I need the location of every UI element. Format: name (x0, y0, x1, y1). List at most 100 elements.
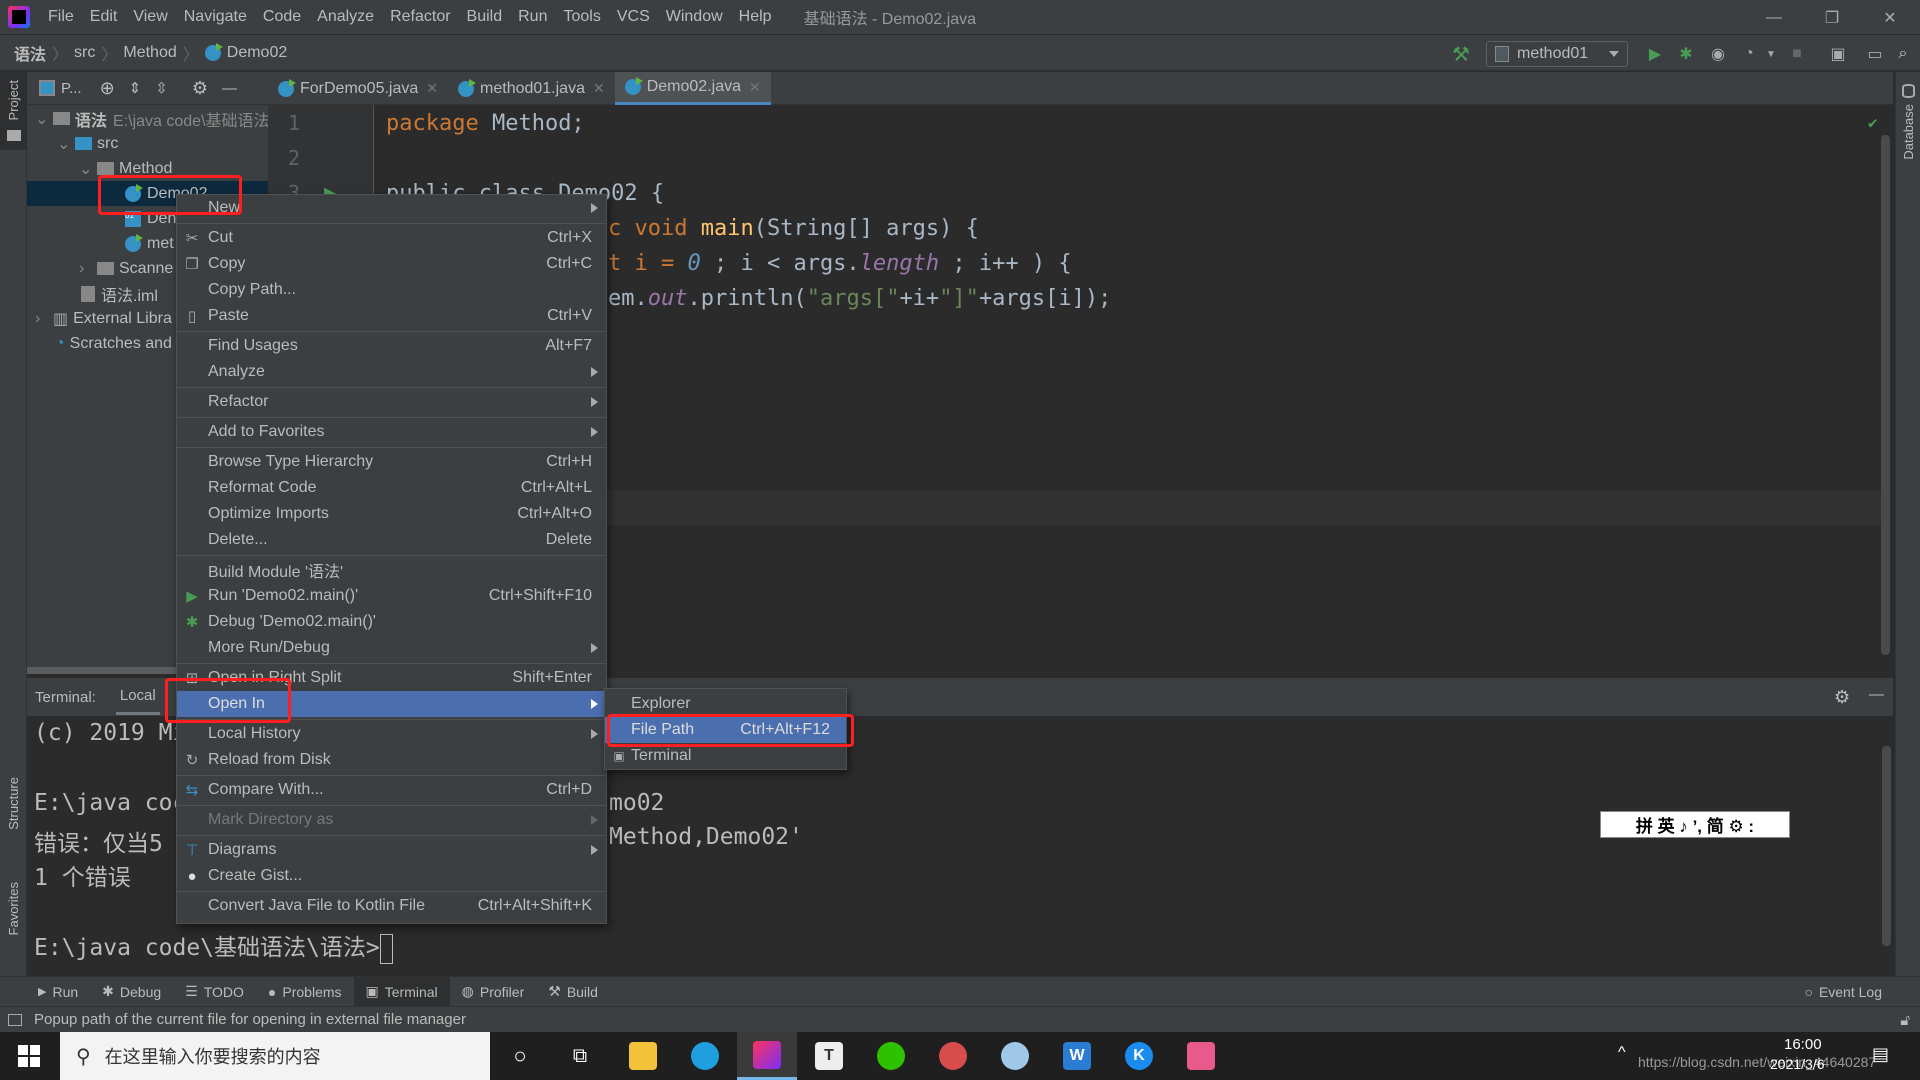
profile-icon[interactable]: ◔ (1738, 43, 1760, 65)
menu-help[interactable]: Help (731, 8, 780, 26)
menu-item-convert-to-kotlin[interactable]: Convert Java File to Kotlin File Ctrl+Alt… (177, 893, 606, 919)
bottom-tab-problems[interactable]: ● Problems (256, 977, 354, 1007)
expand-all-icon[interactable]: ⇕ (129, 79, 142, 97)
menu-item-reload-from-disk[interactable]: ↻ Reload from Disk (177, 747, 606, 773)
run-icon[interactable]: ▶ (1644, 43, 1666, 65)
kugou-icon[interactable]: K (1109, 1032, 1169, 1080)
menu-item-more-run-debug[interactable]: More Run/Debug (177, 635, 606, 661)
bottom-tab-todo[interactable]: ☰ TODO (173, 977, 256, 1007)
coverage-icon[interactable]: ◉ (1707, 43, 1729, 65)
taskbar-search-input[interactable]: ⚲ 在这里输入你要搜索的内容 (60, 1032, 490, 1080)
menu-item-build-module[interactable]: Build Module '语法' (177, 557, 606, 583)
tree-item-iml[interactable]: 语法.iml (81, 281, 158, 306)
search-icon[interactable]: ⌕ (1892, 43, 1914, 65)
menu-item-analyze[interactable]: Analyze (177, 359, 606, 385)
menu-item-browse-type-hierarchy[interactable]: Browse Type Hierarchy Ctrl+H (177, 449, 606, 475)
menu-item-refactor[interactable]: Refactor (177, 389, 606, 415)
menu-item-delete[interactable]: Delete... Delete (177, 527, 606, 553)
tree-item-met[interactable]: met (125, 231, 174, 256)
layout-icon[interactable]: ▭ (1864, 43, 1886, 65)
menu-item-create-gist[interactable]: ● Create Gist... (177, 863, 606, 889)
bottom-tab-build[interactable]: ⚒ Build (536, 977, 610, 1007)
lock-icon[interactable]: 🔓︎ (1900, 1012, 1910, 1029)
clock-time[interactable]: 16:00 (1784, 1036, 1822, 1053)
menu-item-copy-path[interactable]: Copy Path... (177, 277, 606, 303)
project-structure-icon[interactable]: ▣ (1827, 43, 1849, 65)
restore-button[interactable]: ❐ (1803, 0, 1861, 35)
edge-icon[interactable] (675, 1032, 735, 1080)
bottom-tab-terminal[interactable]: ▣ Terminal (353, 976, 450, 1007)
tab-fordemo05[interactable]: ForDemo05.java ✕ (268, 72, 448, 105)
menu-item-paste[interactable]: ▯ Paste Ctrl+V (177, 303, 606, 329)
menu-edit[interactable]: Edit (82, 8, 126, 26)
status-toggle-icon[interactable] (8, 1013, 22, 1026)
minimize-button[interactable]: — (1745, 0, 1803, 35)
ime-toolbar[interactable]: 拼 英 ♪ ’, 简 ⚙ : (1600, 811, 1790, 838)
debug-icon[interactable]: ✱ (1675, 43, 1697, 65)
menu-window[interactable]: Window (658, 8, 731, 26)
menu-analyze[interactable]: Analyze (309, 8, 382, 26)
lala-icon[interactable] (1171, 1032, 1231, 1080)
tree-item-scanner[interactable]: › Scanne (79, 256, 173, 281)
breadcrumb-method[interactable]: Method (123, 44, 176, 62)
submenu-item-file-path[interactable]: File Path Ctrl+Alt+F12 (605, 717, 846, 743)
menu-build[interactable]: Build (459, 8, 511, 26)
collapse-all-icon[interactable]: ⇳ (155, 79, 168, 97)
structure-tool-button[interactable]: Structure (6, 777, 21, 830)
stop-icon[interactable]: ■ (1786, 43, 1808, 65)
gear-icon[interactable]: ⚙ (192, 78, 208, 99)
tray-chevron-up-icon[interactable]: ^ (1618, 1044, 1626, 1062)
tree-item-method[interactable]: ⌄ Method (79, 156, 172, 181)
cortana-icon[interactable]: ○ (490, 1032, 550, 1080)
terminal-scrollbar[interactable] (1882, 746, 1891, 946)
breadcrumb-src[interactable]: src (74, 44, 95, 62)
tree-item-den[interactable]: 01 Den (125, 206, 176, 231)
event-log-button[interactable]: ○ Event Log (1792, 977, 1894, 1007)
locate-icon[interactable]: ⊕ (100, 78, 115, 99)
menu-item-reformat-code[interactable]: Reformat Code Ctrl+Alt+L (177, 475, 606, 501)
close-tab-icon[interactable]: ✕ (593, 80, 605, 97)
word-icon[interactable]: W (1047, 1032, 1107, 1080)
menu-item-local-history[interactable]: Local History (177, 721, 606, 747)
menu-item-cut[interactable]: ✂ Cut Ctrl+X (177, 225, 606, 251)
hide-icon[interactable]: — (222, 80, 237, 97)
build-hammer-icon[interactable]: ⚒ (1450, 43, 1472, 66)
breadcrumb-project[interactable]: 语法 (14, 41, 46, 65)
menu-item-open-in-right-split[interactable]: ⊞ Open in Right Split Shift+Enter (177, 665, 606, 691)
menu-code[interactable]: Code (255, 8, 309, 26)
hide-panel-icon[interactable]: — (1869, 686, 1884, 703)
close-tab-icon[interactable]: ✕ (426, 80, 438, 97)
terminal-tab-local[interactable]: Local (115, 679, 160, 715)
favorites-tool-button[interactable]: Favorites (6, 882, 21, 935)
menu-tools[interactable]: Tools (555, 8, 608, 26)
close-button[interactable]: ✕ (1861, 0, 1919, 35)
editor-scrollbar[interactable] (1881, 135, 1890, 655)
submenu-item-terminal[interactable]: ▣ Terminal (605, 743, 846, 769)
close-tab-icon[interactable]: ✕ (749, 79, 761, 96)
menu-item-find-usages[interactable]: Find Usages Alt+F7 (177, 333, 606, 359)
menu-navigate[interactable]: Navigate (176, 8, 255, 26)
file-explorer-icon[interactable] (613, 1032, 673, 1080)
tree-item-external-libraries[interactable]: › ▥ External Libra (35, 306, 172, 331)
tree-item-project-root[interactable]: ⌄ 语法 E:\java code\基础语法 (35, 106, 270, 131)
menu-item-run[interactable]: ▶ Run 'Demo02.main()' Ctrl+Shift+F10 (177, 583, 606, 609)
clock-date[interactable]: 2021/3/6 (1770, 1056, 1825, 1072)
bottom-tab-debug[interactable]: ✱ Debug (90, 977, 173, 1007)
wechat-icon[interactable] (861, 1032, 921, 1080)
tree-item-scratches[interactable]: ◔ Scratches and (55, 331, 172, 356)
menu-run[interactable]: Run (510, 8, 555, 26)
typora-icon[interactable]: T (799, 1032, 859, 1080)
run-configuration-select[interactable]: method01 (1486, 41, 1628, 67)
chevron-down-icon[interactable]: ▼ (1760, 43, 1782, 65)
notification-icon[interactable]: ▤ (1872, 1044, 1889, 1065)
menu-file[interactable]: File (40, 8, 82, 26)
submenu-item-explorer[interactable]: Explorer (605, 691, 846, 717)
menu-item-optimize-imports[interactable]: Optimize Imports Ctrl+Alt+O (177, 501, 606, 527)
windows-start-icon[interactable] (18, 1045, 40, 1067)
gear-icon[interactable]: ⚙ (1834, 687, 1850, 708)
bottom-tab-run[interactable]: ▶ Run (26, 977, 90, 1007)
bottom-tab-profiler[interactable]: ◍ Profiler (450, 977, 537, 1007)
menu-item-debug[interactable]: ✱ Debug 'Demo02.main()' (177, 609, 606, 635)
menu-item-copy[interactable]: ❐ Copy Ctrl+C (177, 251, 606, 277)
task-view-icon[interactable]: ⧉ (550, 1032, 610, 1080)
